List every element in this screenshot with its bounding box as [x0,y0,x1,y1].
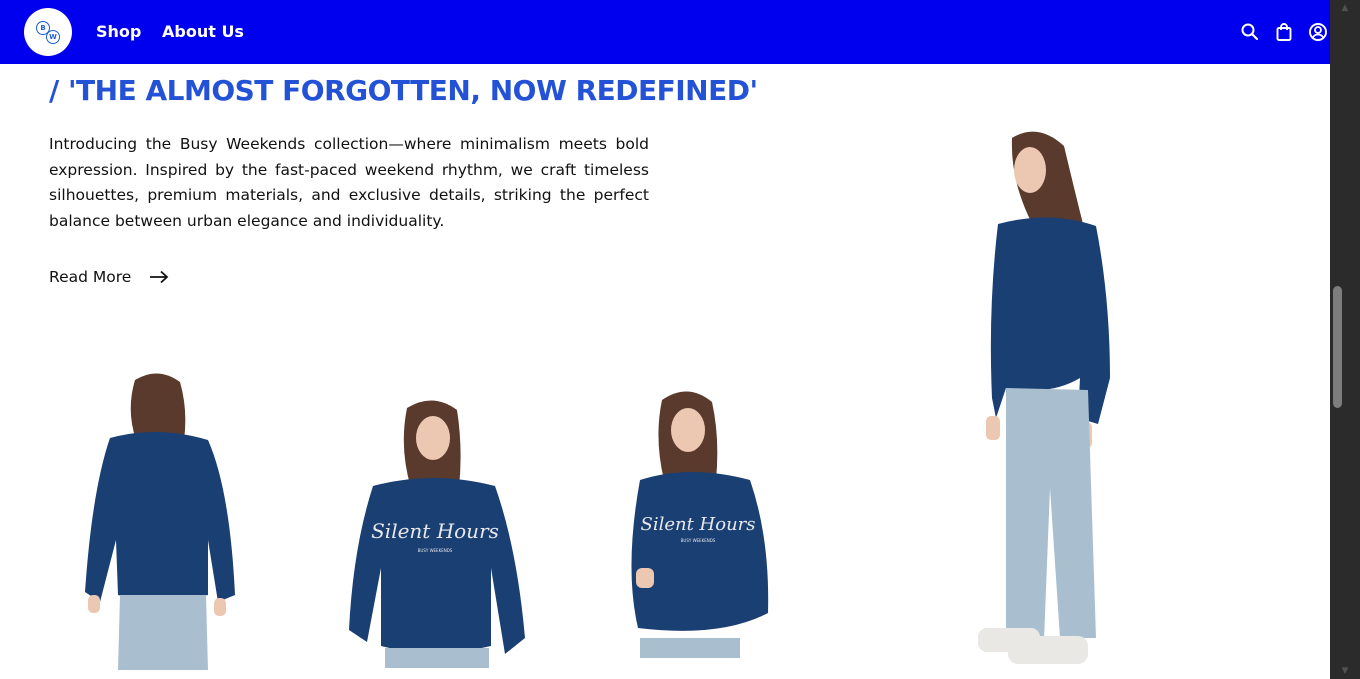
scroll-up-arrow-icon[interactable]: ▲ [1330,0,1360,16]
sweatshirt-subprint-text-2: BUSY WEEKENDS [681,538,716,543]
scroll-down-arrow-icon[interactable]: ▼ [1330,663,1360,679]
product-photo-front-view[interactable]: Silent Hours BUSY WEEKENDS [345,398,530,668]
arrow-right-icon [150,270,169,284]
user-account-icon[interactable] [1308,22,1328,42]
page-title: / 'THE ALMOST FORGOTTEN, NOW REDEFINED' [49,74,758,107]
sweatshirt-print-text: Silent Hours [371,519,499,543]
scrollbar-thumb[interactable] [1333,286,1342,408]
product-photo-full-body[interactable] [970,128,1120,668]
read-more-link[interactable]: Read More [49,268,169,286]
nav-link-shop[interactable]: Shop [96,22,141,42]
brand-logo[interactable]: B W [24,8,72,56]
sweatshirt-subprint-text: BUSY WEEKENDS [418,548,453,553]
sweatshirt-print-text-2: Silent Hours [640,514,755,535]
vertical-scrollbar[interactable]: ▲ ▼ [1330,0,1360,679]
read-more-label: Read More [49,268,132,286]
collection-intro-text: Introducing the Busy Weekends collection… [49,135,649,231]
product-photo-front-pose[interactable]: Silent Hours BUSY WEEKENDS [620,388,775,658]
top-navigation-bar: B W Shop About Us [0,0,1330,64]
product-photo-back-view[interactable] [80,370,240,670]
shopping-bag-icon[interactable] [1274,22,1294,42]
search-icon[interactable] [1240,22,1260,42]
nav-link-about-us[interactable]: About Us [162,22,244,42]
logo-letter-w: W [46,30,60,44]
